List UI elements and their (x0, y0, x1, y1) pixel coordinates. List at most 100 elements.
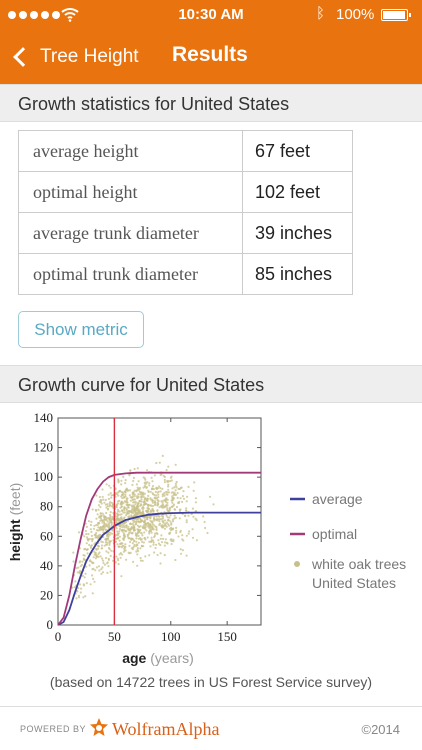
scatter-point (150, 504, 153, 507)
scatter-point (91, 592, 94, 595)
scatter-point (85, 548, 88, 551)
scatter-point (135, 483, 138, 486)
scatter-point (110, 549, 113, 552)
scatter-point (185, 519, 188, 522)
scatter-point (101, 519, 104, 522)
scatter-point (118, 519, 122, 522)
scatter-point (137, 531, 140, 534)
scatter-point (78, 561, 81, 564)
y-tick-label: 120 (34, 440, 54, 455)
scatter-point (116, 532, 119, 535)
scatter-point (150, 525, 153, 528)
growth-curve-chart: 0 20 40 60 80 100 120 140 0 50 100 150 height (feet… (7, 410, 406, 666)
scatter-point (137, 541, 140, 544)
scatter-point (173, 492, 176, 496)
scatter-point (118, 527, 121, 531)
scatter-point (161, 519, 164, 522)
scatter-point (137, 480, 140, 483)
scatter-point (90, 520, 93, 523)
scatter-point (109, 511, 112, 514)
scatter-point (146, 536, 149, 539)
scatter-point (155, 486, 158, 489)
scatter-point (136, 517, 139, 521)
scatter-point (137, 537, 140, 540)
scatter-point (82, 596, 85, 599)
scatter-point (81, 574, 84, 577)
scatter-point (109, 540, 112, 543)
scatter-point (152, 517, 155, 521)
y-axis-label: height (feet) (7, 483, 23, 562)
back-label: Tree Height (40, 46, 139, 67)
scatter-point (101, 488, 104, 491)
scatter-point (151, 480, 154, 483)
scatter-point (118, 545, 121, 548)
scatter-point (132, 498, 135, 501)
scatter-point (129, 469, 132, 472)
scatter-point (76, 590, 79, 593)
scatter-point (82, 584, 86, 587)
scatter-point (116, 515, 119, 519)
scatter-point (102, 561, 105, 565)
scatter-point (176, 492, 179, 495)
scatter-point (126, 497, 129, 500)
scatter-point (174, 482, 177, 485)
scatter-point (83, 535, 86, 538)
scatter-point (97, 565, 101, 568)
scatter-point (132, 509, 135, 512)
scatter-point (90, 544, 93, 547)
scatter-point (93, 524, 96, 527)
scatter-point (171, 499, 174, 502)
stat-label: optimal trunk diameter (18, 253, 243, 295)
scatter-point (116, 508, 120, 511)
scatter-point (129, 499, 132, 502)
scatter-point (159, 490, 162, 493)
scatter-point (134, 501, 137, 504)
scatter-point (212, 503, 215, 506)
scatter-point (173, 508, 176, 511)
scatter-point (91, 508, 94, 511)
scatter-point (144, 555, 147, 558)
scatter-point (124, 489, 127, 492)
scatter-point (185, 500, 188, 503)
back-button[interactable]: Tree Height (10, 40, 139, 74)
scatter-point (135, 522, 138, 525)
scatter-point (96, 523, 99, 526)
scatter-point (128, 529, 131, 532)
legend-label-average: average (312, 491, 363, 507)
scatter-point (179, 552, 183, 555)
scatter-point (155, 543, 158, 546)
x-axis-label: age (years) (122, 650, 194, 666)
scatter-point (135, 543, 138, 546)
scatter-point (107, 533, 110, 536)
scatter-point (103, 517, 106, 521)
scatter-point (165, 493, 168, 496)
scatter-point (167, 465, 170, 468)
scatter-point (108, 484, 111, 487)
scatter-point (152, 543, 155, 546)
scatter-point (114, 521, 117, 524)
scatter-point (118, 539, 121, 542)
scatter-point (88, 564, 91, 567)
scatter-point (135, 535, 138, 538)
scatter-point (184, 514, 187, 517)
scatter-point (111, 505, 114, 508)
scatter-point (161, 524, 164, 527)
scatter-point (158, 523, 161, 526)
show-metric-button[interactable]: Show metric (18, 311, 144, 348)
scatter-point (165, 525, 168, 528)
scatter-point (147, 489, 150, 492)
scatter-point (101, 559, 105, 562)
stat-value: 67 feet (242, 130, 353, 172)
scatter-point (151, 509, 154, 512)
scatter-point (161, 515, 165, 518)
scatter-point (100, 499, 103, 502)
scatter-point (77, 594, 80, 597)
scatter-point (151, 485, 155, 488)
scatter-point (105, 517, 108, 520)
scatter-point (171, 501, 174, 504)
scatter-point (143, 520, 146, 523)
scatter-point (135, 540, 138, 543)
scatter-point (154, 490, 157, 493)
scatter-point (161, 517, 165, 520)
scatter-point (161, 487, 164, 490)
